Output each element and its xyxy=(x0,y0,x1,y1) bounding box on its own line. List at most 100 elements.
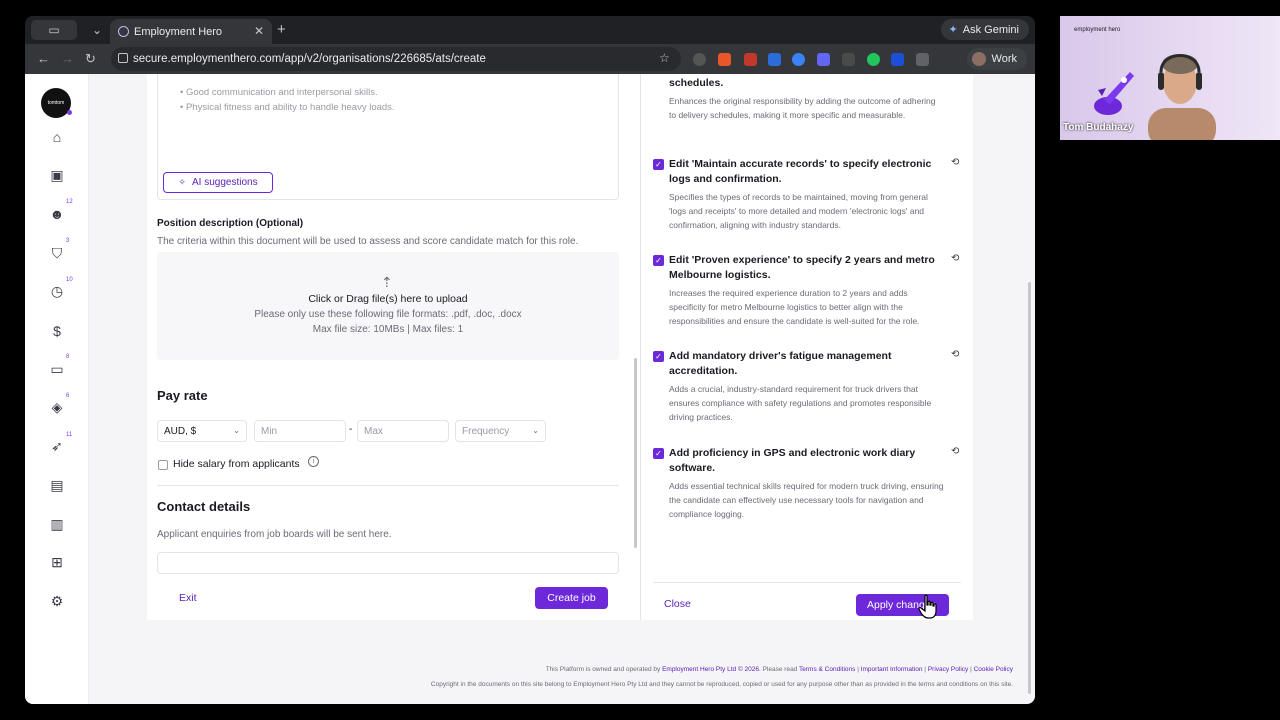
max-pay-input[interactable]: Max xyxy=(357,420,449,442)
suggestion-title: Add mandatory driver's fatigue managemen… xyxy=(669,350,892,377)
position-description-help: The criteria within this document will b… xyxy=(157,236,579,247)
tab-bar: ▭ ⌄ Employment Hero ✕ + ✦ Ask Gemini xyxy=(25,16,1035,44)
revert-suggestion-icon[interactable]: ⟲ xyxy=(951,446,959,457)
panel-divider xyxy=(640,74,641,620)
upload-icon: ⇡ xyxy=(381,274,393,290)
profile-button[interactable]: Work xyxy=(966,48,1027,70)
video-participant-tile: employment hero Tom Budahazy xyxy=(1060,16,1280,140)
sparkle-icon: ✧ xyxy=(178,177,186,187)
nav-badge: 6 xyxy=(66,392,70,399)
suggestion-title: Edit 'Maintain accurate records' to spec… xyxy=(669,158,932,185)
chart-icon[interactable]: ▥ xyxy=(49,516,65,532)
bookmark-star-icon[interactable]: ☆ xyxy=(659,51,670,65)
tab-search-icon[interactable]: ⌄ xyxy=(87,20,107,40)
shield-check-icon[interactable]: ⛉ xyxy=(49,245,65,261)
dollar-icon[interactable]: $ xyxy=(49,323,65,339)
hand-pointer-cursor-icon xyxy=(918,594,937,619)
home-icon[interactable]: ⌂ xyxy=(49,129,65,145)
revert-suggestion-icon[interactable]: ⟲ xyxy=(951,253,959,264)
nav-badge: 10 xyxy=(66,276,73,283)
company-link[interactable]: Employment Hero Pty Ltd © 2026. xyxy=(662,666,761,673)
reload-icon[interactable]: ↻ xyxy=(85,51,96,67)
exit-button[interactable]: Exit xyxy=(179,592,197,604)
briefcase-icon[interactable]: ▣ xyxy=(49,167,65,184)
currency-value: AUD, $ xyxy=(164,425,197,437)
people-icon[interactable]: ☻ xyxy=(49,206,65,222)
currency-select[interactable]: AUD, $ ⌄ xyxy=(157,420,247,442)
suggestion-checkbox[interactable]: ✓ xyxy=(653,159,664,170)
privacy-link[interactable]: Privacy Policy xyxy=(928,666,968,673)
brand-text: employment hero xyxy=(1074,27,1121,33)
page-content: tomtom ⌂ ▣ ☻ 12 ⛉ 3 ◷ 10 $ ▭ 8 ◈ 6 ➶ 11 ▤ ▥ ⊞ ⚙ • Good com… xyxy=(25,74,1035,704)
participant-name: Tom Budahazy xyxy=(1063,122,1134,133)
back-icon[interactable]: ← xyxy=(37,51,50,66)
clock-icon[interactable]: ◷ xyxy=(49,283,65,300)
max-placeholder: Max xyxy=(364,425,383,437)
suggestion-checkbox[interactable]: ✓ xyxy=(653,255,664,266)
footer-legal: This Platform is owned and operated by E… xyxy=(325,666,1013,673)
form-scrollbar[interactable] xyxy=(634,358,637,548)
url-field[interactable]: secure.employmenthero.com/app/v2/organis… xyxy=(111,47,681,71)
extension-icon[interactable] xyxy=(891,53,904,66)
upload-limits: Max file size: 10MBs | Max files: 1 xyxy=(312,324,464,335)
extension-icon[interactable] xyxy=(768,53,781,66)
extensions-puzzle-icon[interactable] xyxy=(916,53,929,66)
rocket-illustration-icon xyxy=(1094,72,1134,115)
rocket-icon[interactable]: ➶ xyxy=(49,438,65,455)
gemini-sparkle-icon: ✦ xyxy=(948,24,958,36)
footer-separator: | xyxy=(970,666,972,673)
extension-icon[interactable] xyxy=(693,53,706,66)
hide-salary-checkbox[interactable] xyxy=(158,460,168,470)
org-chart-icon[interactable]: ⊞ xyxy=(49,554,65,571)
ask-gemini-button[interactable]: ✦ Ask Gemini xyxy=(940,19,1029,40)
new-tab-icon[interactable]: + xyxy=(277,21,286,38)
important-info-link[interactable]: Important Information xyxy=(861,666,923,673)
info-icon[interactable]: i xyxy=(308,456,319,467)
chevron-down-icon: ⌄ xyxy=(532,426,539,435)
site-info-icon[interactable] xyxy=(118,53,128,63)
suggestion-description: Enhances the original responsibility by … xyxy=(669,96,936,120)
extension-icon[interactable] xyxy=(744,53,757,66)
revert-suggestion-icon[interactable]: ⟲ xyxy=(951,157,959,168)
suggestion-title: Add proficiency in GPS and electronic wo… xyxy=(669,447,916,474)
contact-email-input[interactable] xyxy=(157,552,619,574)
settings-icon[interactable]: ⚙ xyxy=(49,593,65,609)
nav-badge: 11 xyxy=(66,431,73,438)
suggestion-checkbox[interactable]: ✓ xyxy=(653,351,664,362)
address-bar-row: ← → ↻ secure.employmenthero.com/app/v2/o… xyxy=(25,44,1035,74)
extension-icon[interactable] xyxy=(867,53,880,66)
file-upload-dropzone[interactable]: ⇡ Click or Drag file(s) here to upload P… xyxy=(157,252,619,360)
ai-suggestions-button[interactable]: ✧ AI suggestions xyxy=(163,172,273,193)
tab-employment-hero[interactable]: Employment Hero ✕ xyxy=(110,19,272,44)
section-divider xyxy=(157,485,619,486)
chat-icon[interactable]: ▭ xyxy=(49,361,65,377)
footer-text: This Platform is owned and operated by xyxy=(545,666,661,673)
gift-icon[interactable]: ▤ xyxy=(49,477,65,493)
pay-rate-heading: Pay rate xyxy=(157,388,208,403)
extension-icon[interactable] xyxy=(718,53,731,66)
ask-gemini-label: Ask Gemini xyxy=(962,23,1019,36)
page-scrollbar[interactable] xyxy=(1028,282,1031,694)
suggestion-checkbox[interactable]: ✓ xyxy=(653,448,664,459)
extension-icon[interactable] xyxy=(792,53,805,66)
forward-icon[interactable]: → xyxy=(61,51,74,66)
close-tab-icon[interactable]: ✕ xyxy=(254,24,264,38)
extension-icon[interactable] xyxy=(842,53,855,66)
employment-hero-favicon-icon xyxy=(118,26,129,37)
footer-separator: | xyxy=(857,666,859,673)
cookie-link[interactable]: Cookie Policy xyxy=(974,666,1013,673)
extension-icon[interactable] xyxy=(817,53,830,66)
revert-suggestion-icon[interactable]: ⟲ xyxy=(951,349,959,360)
close-button[interactable]: Close xyxy=(664,598,691,610)
create-job-button[interactable]: Create job xyxy=(535,587,608,609)
ai-suggestions-label: AI suggestions xyxy=(191,177,258,188)
min-pay-input[interactable]: Min xyxy=(254,420,346,442)
terms-link[interactable]: Terms & Conditions xyxy=(799,666,855,673)
frequency-select[interactable]: Frequency ⌄ xyxy=(455,420,546,442)
learning-icon[interactable]: ◈ xyxy=(49,399,65,416)
url-text: secure.employmenthero.com/app/v2/organis… xyxy=(133,53,486,65)
panel-footer-divider xyxy=(653,582,961,583)
tab-groups-button[interactable]: ▭ xyxy=(31,20,77,40)
avatar xyxy=(971,52,986,66)
hide-salary-label[interactable]: Hide salary from applicants xyxy=(173,458,300,470)
